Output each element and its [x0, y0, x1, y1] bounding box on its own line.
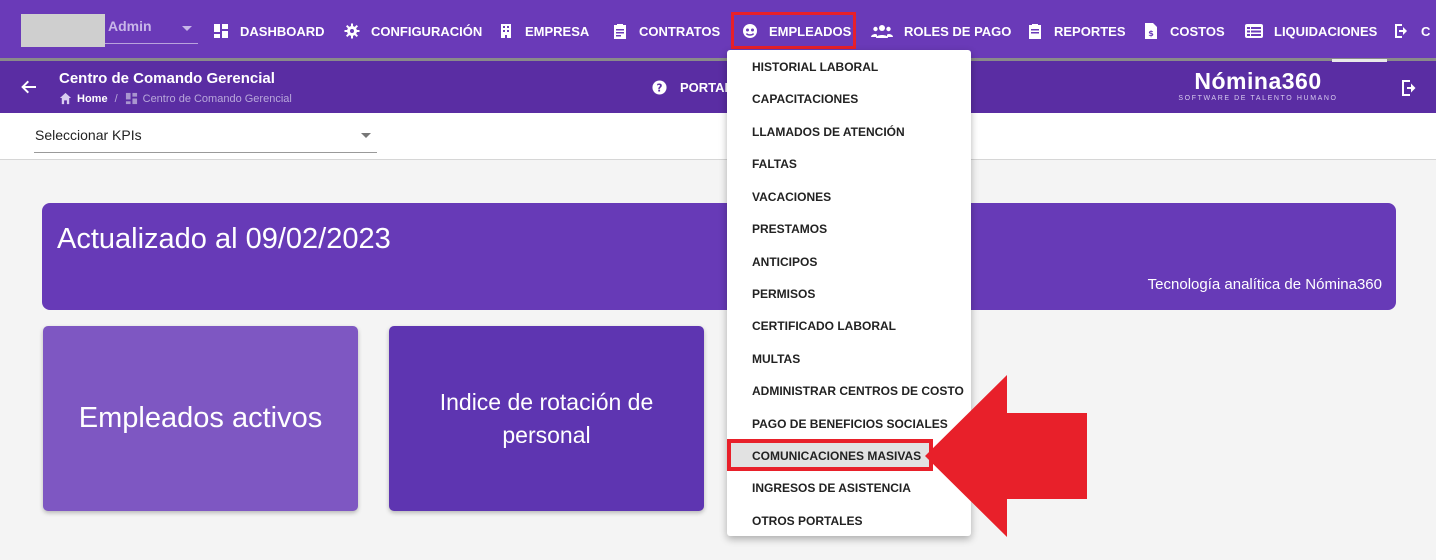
menu-item-permisos[interactable]: PERMISOS	[752, 287, 815, 301]
breadcrumb-home[interactable]: Home	[77, 93, 108, 105]
logout-icon[interactable]	[1401, 79, 1419, 97]
menu-item-capacitaciones[interactable]: CAPACITACIONES	[752, 92, 858, 106]
menu-item-multas[interactable]: MULTAS	[752, 352, 800, 366]
user-role-label: Admin	[108, 18, 152, 34]
logout-icon	[1395, 24, 1407, 38]
kpi-card-label: Empleados activos	[78, 402, 323, 434]
gear-icon	[344, 23, 360, 39]
nav-liquidaciones-label: LIQUIDACIONES	[1274, 23, 1378, 39]
menu-item-certificado-laboral[interactable]: CERTIFICADO LABORAL	[752, 319, 896, 333]
red-pointer-arrow-icon	[925, 375, 1087, 537]
user-avatar-redacted	[21, 14, 105, 47]
nav-cerrar[interactable]: C	[1394, 19, 1430, 43]
nav-costos[interactable]: $ COSTOS	[1143, 19, 1225, 43]
nav-reportes-label: REPORTES	[1054, 23, 1126, 39]
brand-logo: Nómina360 SOFTWARE DE TALENTO HUMANO	[1176, 68, 1340, 102]
nav-roles-de-pago[interactable]: ROLES DE PAGO	[871, 19, 1011, 43]
svg-text:$: $	[1148, 29, 1154, 38]
menu-item-faltas[interactable]: FALTAS	[752, 157, 797, 171]
back-arrow-icon[interactable]	[20, 78, 38, 96]
nav-liquidaciones[interactable]: LIQUIDACIONES	[1245, 19, 1377, 43]
nav-contratos[interactable]: CONTRATOS	[612, 19, 720, 43]
nav-empresa-label: EMPRESA	[525, 23, 590, 39]
caret-down-icon	[182, 26, 192, 31]
dashboard-icon	[214, 24, 228, 38]
menu-item-comunicaciones-masivas[interactable]: COMUNICACIONES MASIVAS	[752, 449, 921, 463]
kpi-card-label: Indice de rotación de personal	[439, 388, 654, 448]
menu-item-otros-portales[interactable]: OTROS PORTALES	[752, 514, 862, 528]
update-banner: Actualizado al 09/02/2023 Tecnología ana…	[42, 203, 1396, 310]
page-title: Centro de Comando Gerencial	[59, 70, 275, 87]
menu-item-ingresos-de-asistencia[interactable]: INGRESOS DE ASISTENCIA	[752, 481, 911, 495]
nav-dashboard[interactable]: DASHBOARD	[213, 19, 325, 43]
building-icon	[501, 24, 511, 38]
empleados-highlight-box	[731, 12, 856, 49]
menu-item-llamados-de-atencion[interactable]: LLAMADOS DE ATENCIÓN	[752, 125, 905, 139]
breadcrumb-separator: /	[114, 92, 118, 105]
kpi-select-label: Seleccionar KPIs	[35, 127, 142, 143]
kpi-card-indice-rotacion[interactable]: Indice de rotación de personal	[389, 326, 704, 511]
menu-item-anticipos[interactable]: ANTICIPOS	[752, 255, 817, 269]
nav-reportes[interactable]: REPORTES	[1027, 19, 1126, 43]
svg-text:?: ?	[657, 82, 663, 94]
report-icon	[1029, 24, 1041, 39]
portal-label: PORTAL	[680, 80, 733, 95]
nav-dashboard-label: DASHBOARD	[240, 23, 325, 39]
help-circle-icon: ?	[652, 80, 667, 95]
kpi-select[interactable]: Seleccionar KPIs	[34, 124, 377, 153]
menu-item-pago-de-beneficios-sociales[interactable]: PAGO DE BENEFICIOS SOCIALES	[752, 417, 948, 431]
updated-date: Actualizado al 09/02/2023	[57, 223, 391, 255]
nav-active-indicator	[1332, 59, 1387, 62]
brand-name: Nómina360	[1194, 68, 1322, 94]
breadcrumb: Home / Centro de Comando Gerencial	[59, 92, 292, 105]
nav-contratos-label: CONTRATOS	[639, 23, 721, 39]
menu-item-historial-laboral[interactable]: HISTORIAL LABORAL	[752, 60, 878, 74]
menu-item-prestamos[interactable]: PRESTAMOS	[752, 222, 827, 236]
caret-down-icon	[361, 133, 371, 138]
kpi-card-empleados-activos[interactable]: Empleados activos	[43, 326, 358, 511]
nav-configuracion[interactable]: CONFIGURACIÓN	[344, 19, 482, 43]
nav-cerrar-label: C	[1421, 23, 1431, 39]
clipboard-icon	[614, 24, 626, 39]
nav-costos-label: COSTOS	[1170, 23, 1225, 39]
nav-roles-label: ROLES DE PAGO	[904, 23, 1012, 39]
tech-caption: Tecnología analítica de Nómina360	[1147, 276, 1382, 293]
menu-item-vacaciones[interactable]: VACACIONES	[752, 190, 831, 204]
nav-empresa[interactable]: EMPRESA	[498, 19, 589, 43]
invoice-icon: $	[1145, 23, 1157, 39]
user-role-select[interactable]: Admin	[105, 14, 198, 44]
nav-configuracion-label: CONFIGURACIÓN	[371, 23, 483, 39]
users-icon	[871, 25, 893, 38]
breadcrumb-current: Centro de Comando Gerencial	[142, 92, 292, 105]
brand-tagline: SOFTWARE DE TALENTO HUMANO	[1178, 95, 1338, 102]
list-icon	[1245, 24, 1263, 38]
home-icon	[59, 92, 72, 105]
dashboard-small-icon	[125, 92, 137, 105]
portal-link[interactable]: ? PORTAL	[652, 80, 732, 95]
